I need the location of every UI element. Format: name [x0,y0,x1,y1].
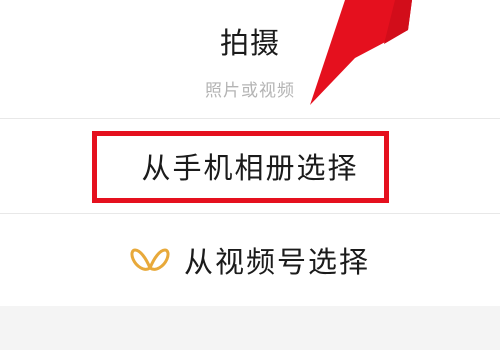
shoot-option-subtitle: 照片或视频 [205,80,295,101]
shoot-option[interactable]: 拍摄 照片或视频 [0,0,500,118]
choose-from-album-label: 从手机相册选择 [141,151,359,185]
choose-from-channels-option[interactable]: 从视频号选择 [0,214,500,306]
choose-from-album-option[interactable]: 从手机相册选择 [0,119,500,213]
channels-butterfly-icon [130,240,170,280]
shoot-option-title: 拍摄 [219,25,280,60]
cancel-area-background [0,306,500,350]
action-sheet: 拍摄 照片或视频 从手机相册选择 从视频号选择 [0,0,500,306]
choose-from-channels-label: 从视频号选择 [183,245,370,279]
